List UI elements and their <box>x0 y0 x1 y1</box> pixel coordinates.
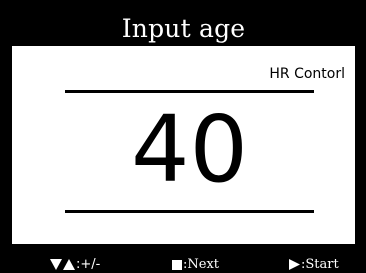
mode-label: HR Contorl <box>269 66 345 82</box>
content-panel: Input age HR Contorl 40 <box>12 12 355 261</box>
start-softkey[interactable]: :Start <box>289 256 339 273</box>
value-top-rule <box>65 90 314 93</box>
next-softkey[interactable]: :Next <box>172 256 219 273</box>
triangle-right-icon <box>289 259 300 270</box>
next-label: :Next <box>183 257 220 272</box>
adjust-label: :+/- <box>76 257 101 272</box>
square-icon <box>172 259 182 270</box>
page-title: Input age <box>121 14 246 43</box>
title-bar: Input age <box>12 12 355 46</box>
age-value[interactable]: 40 <box>65 94 314 206</box>
triangle-down-icon <box>50 259 62 270</box>
triangle-up-icon <box>63 259 75 270</box>
start-label: :Start <box>301 257 339 272</box>
device-screen: Input age HR Contorl 40 :+/- :Next:Star… <box>0 0 366 273</box>
value-bottom-rule <box>65 210 314 213</box>
adjust-softkey[interactable]: :+/- <box>50 256 100 273</box>
softkey-bar: :+/- :Next :Start <box>0 244 366 273</box>
